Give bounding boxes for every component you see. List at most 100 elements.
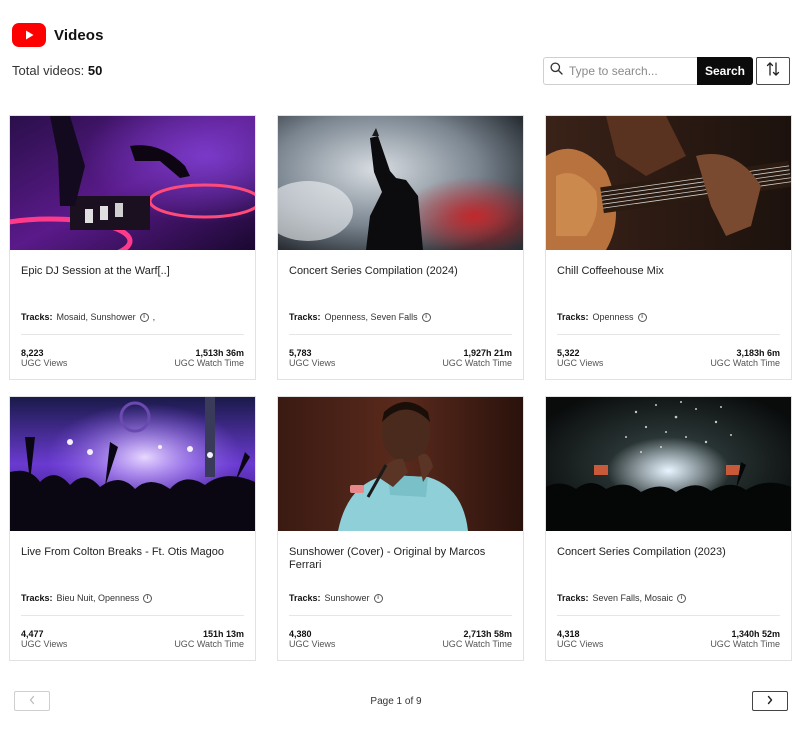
views-label: UGC Views bbox=[289, 639, 336, 649]
video-tracks: Tracks: Sunshower i bbox=[289, 593, 383, 603]
views-stat: 4,318 UGC Views bbox=[557, 629, 603, 650]
video-title[interactable]: Sunshower (Cover) - Original by Marcos F… bbox=[289, 546, 514, 572]
views-label: UGC Views bbox=[21, 358, 68, 368]
views-value: 5,322 bbox=[557, 348, 580, 358]
tracks-value: Seven Falls, Mosaic bbox=[592, 593, 674, 603]
tracks-value: Bieu Nuit, Openness bbox=[56, 593, 140, 603]
views-stat: 8,223 UGC Views bbox=[21, 348, 67, 369]
video-card[interactable]: Sunshower (Cover) - Original by Marcos F… bbox=[277, 396, 524, 661]
video-thumbnail[interactable] bbox=[278, 116, 523, 250]
info-icon[interactable]: i bbox=[677, 593, 687, 603]
card-divider bbox=[21, 334, 244, 335]
search-field[interactable] bbox=[543, 57, 697, 85]
video-thumbnail[interactable] bbox=[10, 116, 255, 250]
watch-time-value: 1,513h 36m bbox=[195, 348, 244, 358]
info-icon[interactable]: i bbox=[373, 593, 383, 603]
views-value: 4,477 bbox=[21, 629, 44, 639]
views-value: 5,783 bbox=[289, 348, 312, 358]
views-stat: 5,322 UGC Views bbox=[557, 348, 603, 369]
sort-button[interactable] bbox=[756, 57, 790, 85]
tracks-label: Tracks: bbox=[21, 312, 53, 322]
video-title[interactable]: Concert Series Compilation (2024) bbox=[289, 265, 514, 278]
watch-time-label: UGC Watch Time bbox=[442, 639, 512, 649]
video-thumbnail[interactable] bbox=[546, 397, 791, 531]
tracks-label: Tracks: bbox=[21, 593, 53, 603]
info-icon[interactable]: i bbox=[139, 312, 149, 322]
search-icon bbox=[550, 62, 563, 80]
total-videos-label: Total videos: bbox=[12, 63, 85, 78]
info-icon[interactable]: i bbox=[421, 312, 431, 322]
video-thumbnail[interactable] bbox=[278, 397, 523, 531]
card-divider bbox=[289, 615, 512, 616]
card-divider bbox=[557, 615, 780, 616]
views-value: 4,380 bbox=[289, 629, 312, 639]
watch-time-stat: 1,340h 52m UGC Watch Time bbox=[710, 629, 780, 650]
watch-time-label: UGC Watch Time bbox=[710, 358, 780, 368]
total-videos: Total videos: 50 bbox=[12, 63, 102, 78]
search-button[interactable]: Search bbox=[697, 57, 753, 85]
previous-page-button[interactable] bbox=[14, 691, 50, 711]
youtube-logo-icon bbox=[12, 23, 46, 47]
views-label: UGC Views bbox=[289, 358, 336, 368]
tracks-value: Mosaid, Sunshower bbox=[56, 312, 136, 322]
views-label: UGC Views bbox=[557, 639, 604, 649]
video-card[interactable]: Concert Series Compilation (2024) Tracks… bbox=[277, 115, 524, 380]
search-bar: Search bbox=[543, 57, 753, 85]
views-stat: 4,380 UGC Views bbox=[289, 629, 335, 650]
watch-time-stat: 3,183h 6m UGC Watch Time bbox=[710, 348, 780, 369]
tracks-label: Tracks: bbox=[289, 593, 321, 603]
watch-time-label: UGC Watch Time bbox=[174, 639, 244, 649]
watch-time-value: 3,183h 6m bbox=[736, 348, 780, 358]
watch-time-stat: 151h 13m UGC Watch Time bbox=[174, 629, 244, 650]
chevron-right-icon bbox=[766, 692, 774, 710]
video-thumbnail[interactable] bbox=[546, 116, 791, 250]
video-tracks: Tracks: Bieu Nuit, Openness i bbox=[21, 593, 153, 603]
info-icon[interactable]: i bbox=[143, 593, 153, 603]
watch-time-label: UGC Watch Time bbox=[442, 358, 512, 368]
views-label: UGC Views bbox=[557, 358, 604, 368]
watch-time-label: UGC Watch Time bbox=[174, 358, 244, 368]
tracks-value: Openness, Seven Falls bbox=[324, 312, 418, 322]
watch-time-value: 1,340h 52m bbox=[731, 629, 780, 639]
info-icon[interactable]: i bbox=[637, 312, 647, 322]
video-title[interactable]: Epic DJ Session at the Warf[..] bbox=[21, 265, 246, 278]
sort-arrows-icon bbox=[766, 61, 780, 82]
search-input[interactable] bbox=[569, 64, 691, 78]
card-divider bbox=[289, 334, 512, 335]
tracks-label: Tracks: bbox=[557, 593, 589, 603]
video-tracks: Tracks: Openness, Seven Falls i bbox=[289, 312, 431, 322]
watch-time-value: 151h 13m bbox=[202, 629, 244, 639]
views-value: 4,318 bbox=[557, 629, 580, 639]
video-thumbnail[interactable] bbox=[10, 397, 255, 531]
video-title[interactable]: Chill Coffeehouse Mix bbox=[557, 265, 782, 278]
views-value: 8,223 bbox=[21, 348, 44, 358]
watch-time-value: 2,713h 58m bbox=[463, 629, 512, 639]
watch-time-stat: 1,927h 21m UGC Watch Time bbox=[442, 348, 512, 369]
tracks-value: Sunshower bbox=[324, 593, 370, 603]
video-tracks: Tracks: Mosaid, Sunshower i , bbox=[21, 312, 155, 322]
tracks-suffix: , bbox=[152, 312, 156, 322]
video-card[interactable]: Concert Series Compilation (2023) Tracks… bbox=[545, 396, 792, 661]
video-card[interactable]: Chill Coffeehouse Mix Tracks: Openness i… bbox=[545, 115, 792, 380]
page-title: Videos bbox=[54, 26, 104, 44]
watch-time-value: 1,927h 21m bbox=[463, 348, 512, 358]
tracks-value: Openness bbox=[592, 312, 634, 322]
video-title[interactable]: Live From Colton Breaks - Ft. Otis Magoo bbox=[21, 546, 246, 559]
watch-time-label: UGC Watch Time bbox=[710, 639, 780, 649]
video-title[interactable]: Concert Series Compilation (2023) bbox=[557, 546, 782, 559]
video-card[interactable]: Epic DJ Session at the Warf[..] Tracks: … bbox=[9, 115, 256, 380]
views-label: UGC Views bbox=[21, 639, 68, 649]
page-indicator: Page 1 of 9 bbox=[370, 696, 422, 707]
video-tracks: Tracks: Openness i bbox=[557, 312, 647, 322]
page-header: Videos bbox=[12, 23, 104, 47]
card-divider bbox=[557, 334, 780, 335]
next-page-button[interactable] bbox=[752, 691, 788, 711]
views-stat: 4,477 UGC Views bbox=[21, 629, 67, 650]
video-card[interactable]: Live From Colton Breaks - Ft. Otis Magoo… bbox=[9, 396, 256, 661]
card-divider bbox=[21, 615, 244, 616]
watch-time-stat: 1,513h 36m UGC Watch Time bbox=[174, 348, 244, 369]
video-tracks: Tracks: Seven Falls, Mosaic i bbox=[557, 593, 687, 603]
watch-time-stat: 2,713h 58m UGC Watch Time bbox=[442, 629, 512, 650]
tracks-label: Tracks: bbox=[557, 312, 589, 322]
tracks-label: Tracks: bbox=[289, 312, 321, 322]
